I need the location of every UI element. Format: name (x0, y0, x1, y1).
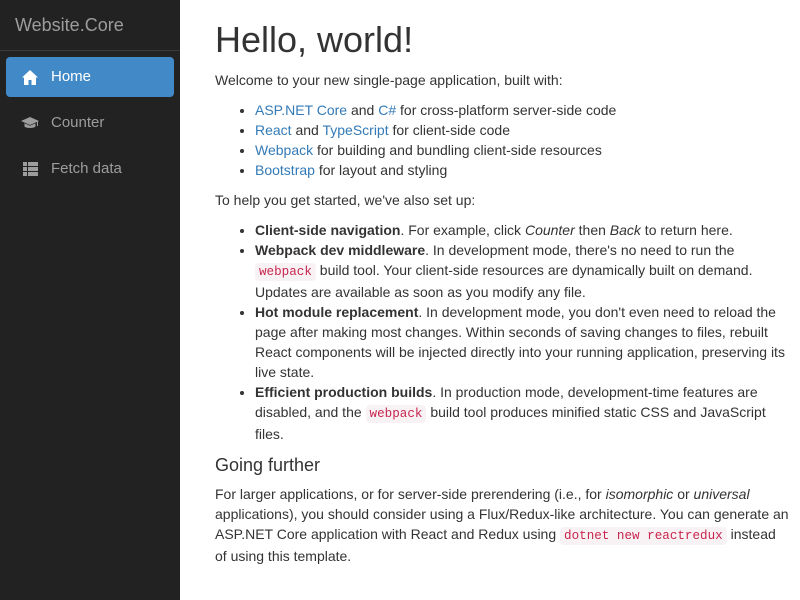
main-content: Hello, world! Welcome to your new single… (215, 0, 790, 576)
list-item: Bootstrap for layout and styling (255, 160, 790, 180)
list-icon (21, 160, 39, 178)
list-item: Client-side navigation. For example, cli… (255, 220, 790, 240)
stack-list: ASP.NET Core and C# for cross-platform s… (215, 100, 790, 180)
features-list: Client-side navigation. For example, cli… (215, 220, 790, 444)
react-link[interactable]: React (255, 122, 292, 138)
nav-item-home[interactable]: Home (6, 57, 174, 97)
nav-label-counter: Counter (51, 114, 105, 131)
list-item: Webpack for building and bundling client… (255, 140, 790, 160)
code-snippet: webpack (365, 405, 427, 423)
code-snippet: dotnet new reactredux (560, 527, 727, 545)
intro-text: Welcome to your new single-page applicat… (215, 72, 563, 88)
nav-label-home: Home (51, 68, 92, 85)
graduation-cap-icon (21, 114, 39, 132)
setup-intro-text: To help you get started, we've also set … (215, 192, 476, 208)
code-snippet: webpack (255, 263, 316, 281)
list-item: Efficient production builds. In producti… (255, 382, 790, 444)
list-item: Hot module replacement. In development m… (255, 302, 790, 382)
brand-link[interactable]: Website.Core (0, 0, 180, 51)
nav-menu: Home Counter Fetch data (0, 51, 180, 189)
home-icon (21, 68, 39, 86)
sidebar: Website.Core Home Counter Fetch data (0, 0, 180, 600)
section-heading: Going further (215, 455, 321, 475)
bootstrap-link[interactable]: Bootstrap (255, 162, 315, 178)
webpack-link[interactable]: Webpack (255, 142, 313, 158)
list-item: ASP.NET Core and C# for cross-platform s… (255, 100, 790, 120)
nav-item-counter[interactable]: Counter (6, 103, 174, 143)
further-text: For larger applications, or for server-s… (215, 486, 789, 564)
list-item: Webpack dev middleware. In development m… (255, 240, 790, 302)
nav-item-fetch-data[interactable]: Fetch data (6, 149, 174, 189)
aspnet-core-link[interactable]: ASP.NET Core (255, 102, 347, 118)
typescript-link[interactable]: TypeScript (322, 122, 388, 138)
nav-label-fetch-data: Fetch data (51, 160, 122, 177)
page-title: Hello, world! (215, 19, 414, 60)
csharp-link[interactable]: C# (378, 102, 396, 118)
list-item: React and TypeScript for client-side cod… (255, 120, 790, 140)
